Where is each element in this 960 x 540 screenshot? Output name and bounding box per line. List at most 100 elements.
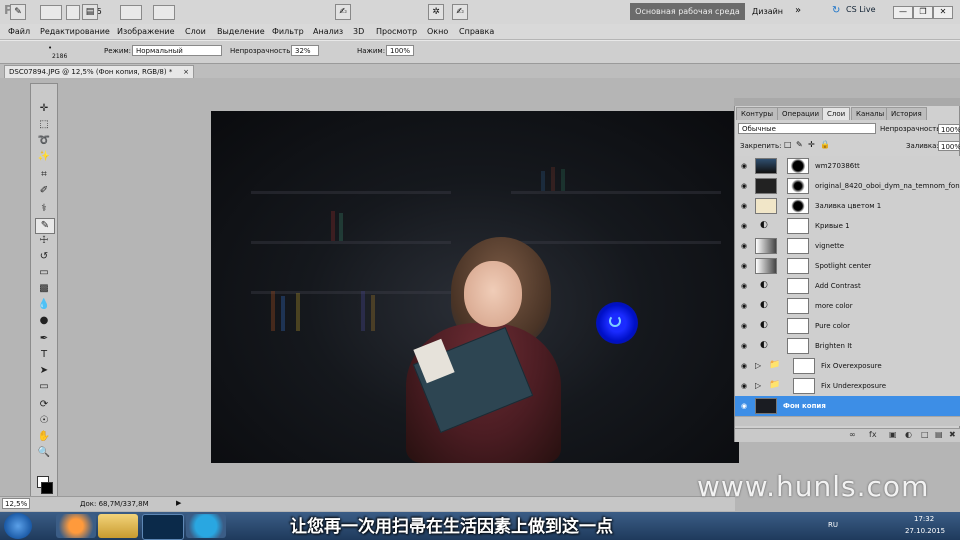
brush-size[interactable]: 2186: [52, 53, 67, 60]
lasso-tool-icon[interactable]: ➰: [35, 134, 53, 148]
marquee-tool-icon[interactable]: ⬚: [35, 118, 53, 132]
3d-orbit-tool-icon[interactable]: ☉: [35, 414, 53, 428]
menu-help[interactable]: Справка: [459, 27, 494, 36]
expand-arrow-icon[interactable]: ▷: [755, 381, 761, 390]
document-tab[interactable]: DSC07894.JPG @ 12,5% (Фон копия, RGB/8) …: [4, 65, 194, 78]
minimize-button[interactable]: —: [893, 6, 913, 19]
layer-row[interactable]: ◉ vignette: [735, 236, 960, 257]
eraser-tool-icon[interactable]: ▭: [35, 266, 53, 280]
eye-icon[interactable]: ◉: [739, 222, 749, 230]
view-extras-icon[interactable]: [120, 5, 142, 20]
clone-stamp-tool-icon[interactable]: ☩: [35, 234, 53, 248]
new-layer-icon[interactable]: ▤: [935, 430, 943, 439]
layer-row[interactable]: ◉ Spotlight center: [735, 256, 960, 277]
eye-icon[interactable]: ◉: [739, 302, 749, 310]
eye-icon[interactable]: ◉: [739, 342, 749, 350]
layer-row[interactable]: ◉ ◐ Pure color: [735, 316, 960, 337]
layer-opacity-field[interactable]: 100%: [938, 124, 960, 134]
lock-transparency-icon[interactable]: □: [784, 140, 792, 149]
eye-icon[interactable]: ◉: [739, 362, 749, 370]
fill-field[interactable]: 100%: [938, 141, 960, 151]
layer-row[interactable]: ◉ ◐ Brighten It: [735, 336, 960, 357]
lock-pixels-icon[interactable]: ✎: [796, 140, 803, 149]
firefox-taskbar-icon[interactable]: [56, 514, 96, 538]
menu-layers[interactable]: Слои: [185, 27, 206, 36]
tab-layers[interactable]: Слои: [822, 107, 851, 120]
start-button[interactable]: [4, 513, 32, 539]
menu-window[interactable]: Окно: [427, 27, 448, 36]
hand-tool-icon[interactable]: ✋: [35, 430, 53, 444]
document-close-icon[interactable]: ×: [183, 66, 189, 79]
layer-row[interactable]: ◉ ◐ Кривые 1: [735, 216, 960, 237]
lock-all-icon[interactable]: 🔒: [820, 140, 830, 149]
blur-tool-icon[interactable]: 💧: [35, 298, 53, 312]
tab-channels[interactable]: Каналы: [851, 107, 890, 120]
adjustment-icon[interactable]: ◐: [905, 430, 912, 439]
tab-history[interactable]: История: [886, 107, 927, 120]
pressure-field[interactable]: 100%: [386, 45, 414, 56]
eye-icon[interactable]: ◉: [739, 202, 749, 210]
dodge-tool-icon[interactable]: ●: [35, 314, 53, 328]
tab-paths[interactable]: Контуры: [736, 107, 779, 120]
document-size[interactable]: Док: 68,7M/337,8M: [80, 500, 149, 508]
panel-grip[interactable]: [734, 98, 960, 106]
layer-row[interactable]: ◉ ◐ more color: [735, 296, 960, 317]
magic-wand-tool-icon[interactable]: ✨: [35, 150, 53, 164]
menu-select[interactable]: Выделение: [217, 27, 265, 36]
brush-tool-icon[interactable]: ✎: [10, 4, 26, 20]
mask-icon[interactable]: ▣: [889, 430, 897, 439]
explorer-taskbar-icon[interactable]: [98, 514, 138, 538]
background-color-swatch[interactable]: [41, 482, 53, 494]
gradient-tool-icon[interactable]: ▩: [35, 282, 53, 296]
eye-icon[interactable]: ◉: [739, 402, 749, 410]
folder-icon[interactable]: □: [921, 430, 929, 439]
clock-time[interactable]: 17:32: [914, 515, 934, 523]
pen-tool-icon[interactable]: ✒: [35, 332, 53, 346]
layer-row[interactable]: ◉ wm270386tt: [735, 156, 960, 177]
eye-icon[interactable]: ◉: [739, 242, 749, 250]
skype-taskbar-icon[interactable]: [186, 514, 226, 538]
menu-view[interactable]: Просмотр: [376, 27, 417, 36]
opacity-field[interactable]: 32%: [291, 45, 319, 56]
status-zoom-field[interactable]: 12,5%: [2, 498, 30, 509]
tab-actions[interactable]: Операции: [777, 107, 824, 120]
path-selection-tool-icon[interactable]: ➤: [35, 364, 53, 378]
lock-position-icon[interactable]: ✛: [808, 140, 815, 149]
brush-panel-icon[interactable]: ▤: [82, 4, 98, 20]
minibridge-icon[interactable]: [66, 5, 80, 20]
layer-row[interactable]: ◉ ◐ Add Contrast: [735, 276, 960, 297]
photoshop-taskbar-icon[interactable]: [142, 514, 184, 540]
menu-file[interactable]: Файл: [8, 27, 30, 36]
layer-row[interactable]: ◉ ▷ 📁 Fix Underexposure: [735, 376, 960, 397]
maximize-button[interactable]: ❐: [913, 6, 933, 19]
clock-date[interactable]: 27.10.2015: [905, 527, 945, 535]
eyedropper-tool-icon[interactable]: ✐: [35, 184, 53, 198]
layer-row[interactable]: ◉ Заливка цветом 1: [735, 196, 960, 217]
fx-icon[interactable]: fx: [869, 430, 877, 439]
crop-tool-icon[interactable]: ⌗: [35, 168, 53, 182]
workspace-button[interactable]: Основная рабочая среда: [630, 3, 745, 20]
menu-edit[interactable]: Редактирование: [40, 27, 110, 36]
menu-analysis[interactable]: Анализ: [313, 27, 343, 36]
design-workspace-button[interactable]: Дизайн: [752, 7, 783, 16]
arrange-documents-icon[interactable]: [153, 5, 175, 20]
status-menu-arrow-icon[interactable]: ▶: [176, 499, 181, 507]
eye-icon[interactable]: ◉: [739, 382, 749, 390]
link-icon[interactable]: ∞: [849, 430, 856, 439]
menu-image[interactable]: Изображение: [117, 27, 175, 36]
eye-icon[interactable]: ◉: [739, 162, 749, 170]
eye-icon[interactable]: ◉: [739, 322, 749, 330]
brush-tool-icon-selected[interactable]: ✎: [35, 218, 55, 234]
close-button[interactable]: ✕: [933, 6, 953, 19]
more-workspaces-button[interactable]: »: [795, 5, 801, 16]
tablet-size-icon[interactable]: ✍: [452, 4, 468, 20]
cs-live-button[interactable]: CS Live: [846, 5, 876, 14]
shape-tool-icon[interactable]: ▭: [35, 380, 53, 394]
healing-brush-tool-icon[interactable]: ⚕: [35, 202, 53, 216]
menu-filter[interactable]: Фильтр: [272, 27, 304, 36]
history-brush-tool-icon[interactable]: ↺: [35, 250, 53, 264]
trash-icon[interactable]: ✖: [949, 430, 956, 439]
zoom-tool-icon[interactable]: 🔍: [35, 446, 53, 460]
mode-select[interactable]: Нормальный: [132, 45, 222, 56]
expand-arrow-icon[interactable]: ▷: [755, 361, 761, 370]
